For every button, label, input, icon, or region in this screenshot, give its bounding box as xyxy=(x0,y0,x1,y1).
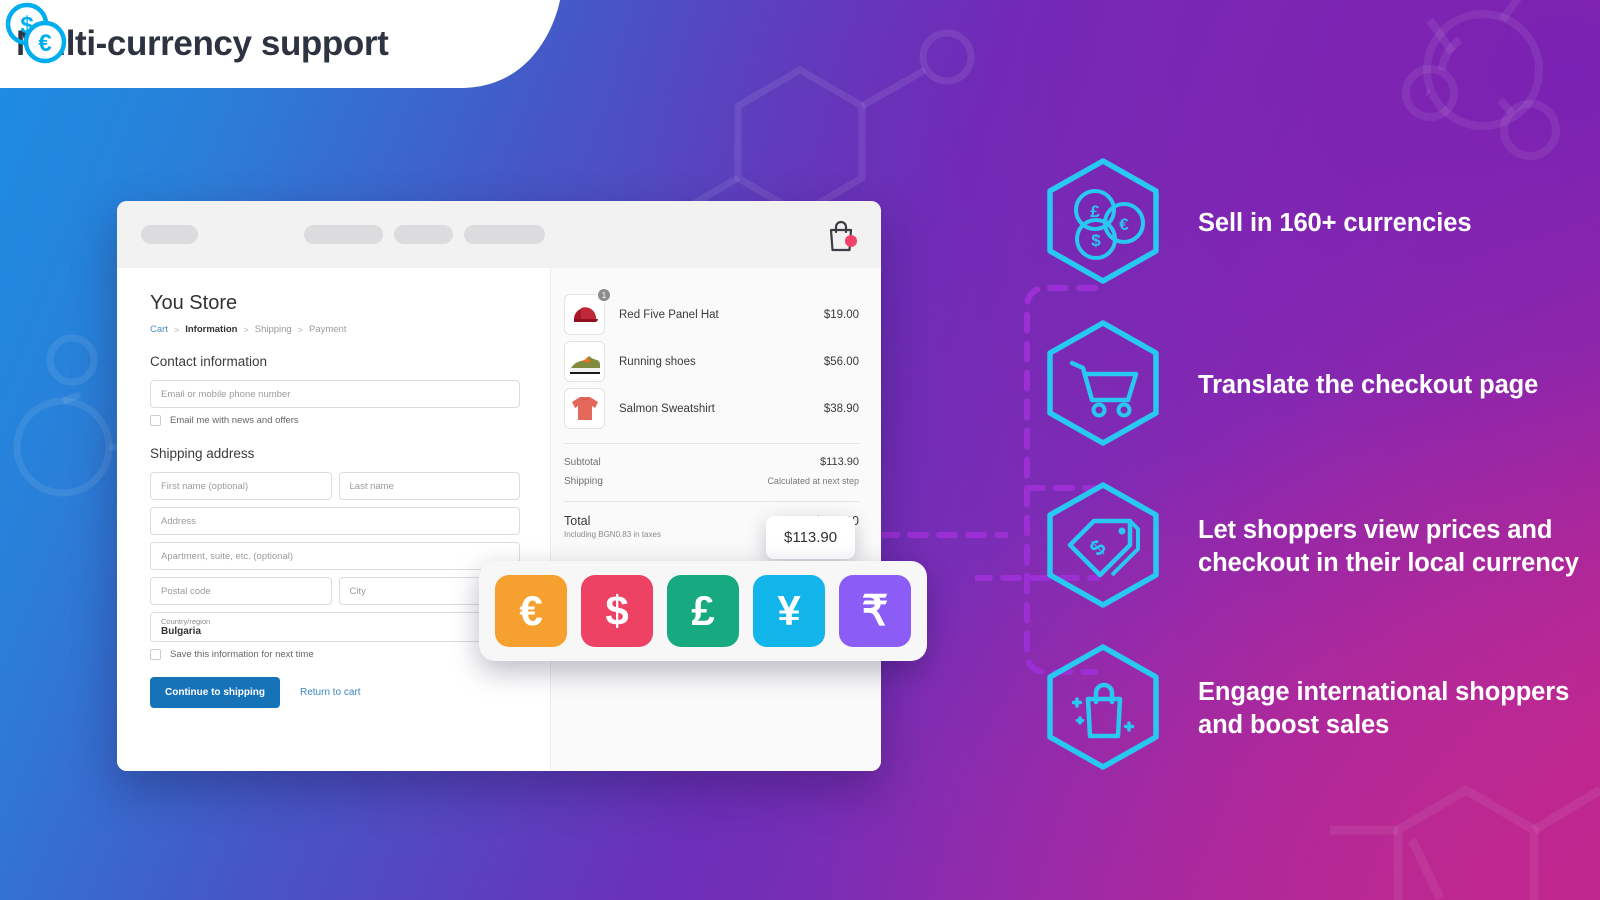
price-callout: $113.90 xyxy=(766,516,856,559)
feature-list: £ € $ Sell in 160+ currencies Translate … xyxy=(1030,150,1590,798)
order-item-name: Running shoes xyxy=(619,355,696,368)
feature-label: Let shoppers view prices and checkout in… xyxy=(1198,516,1579,577)
checkout-window: You Store Cart > Information > Shipping … xyxy=(117,201,881,771)
salmon-sweatshirt-thumb xyxy=(564,388,605,429)
feature-item-engage: Engage international shoppers and boost … xyxy=(1030,636,1590,782)
newsletter-label: Email me with news and offers xyxy=(170,415,299,426)
price-tag-hexagon-icon: $ xyxy=(1030,474,1176,620)
subtotal-row: Subtotal $113.90 xyxy=(564,456,859,468)
shipping-value: Calculated at next step xyxy=(767,476,859,486)
order-item-name: Salmon Sweatshirt xyxy=(619,402,715,415)
country-select-label: Country/region xyxy=(161,616,211,626)
shipping-row: Shipping Calculated at next step xyxy=(564,476,859,487)
breadcrumb-separator: > xyxy=(173,324,180,335)
svg-text:$: $ xyxy=(1091,231,1101,250)
save-info-checkbox[interactable] xyxy=(150,649,161,660)
currency-symbol-jpy: ¥ xyxy=(777,587,801,634)
email-field[interactable]: Email or mobile phone number xyxy=(150,380,520,408)
running-shoe-thumb xyxy=(564,341,605,382)
checkout-form-panel: You Store Cart > Information > Shipping … xyxy=(117,268,551,771)
first-name-field[interactable]: First name (optional) xyxy=(150,472,332,500)
nav-placeholder-1[interactable] xyxy=(304,225,383,244)
currency-tile-gbp[interactable]: £ xyxy=(667,575,739,647)
breadcrumb-separator: > xyxy=(243,324,249,335)
shopping-bag-icon[interactable] xyxy=(825,219,857,253)
store-topbar xyxy=(117,201,881,268)
breadcrumb-separator: > xyxy=(297,324,303,335)
name-row: First name (optional) Last name xyxy=(150,472,520,507)
currency-tile-eur[interactable]: € xyxy=(495,575,567,647)
currency-symbol-inr: ₹ xyxy=(861,587,889,634)
newsletter-checkbox-row[interactable]: Email me with news and offers xyxy=(150,415,520,426)
two-coins-logo-icon: $ € xyxy=(5,2,67,64)
order-item-price: $38.90 xyxy=(823,402,859,415)
save-info-label: Save this information for next time xyxy=(170,649,314,660)
total-label: Total xyxy=(564,514,591,528)
header-banner: $ € Multi-currency support xyxy=(0,0,660,92)
shopping-cart-hexagon-icon xyxy=(1030,312,1176,458)
currency-symbol-eur: € xyxy=(519,587,543,634)
breadcrumb-payment: Payment xyxy=(308,324,347,335)
breadcrumb-shipping: Shipping xyxy=(254,324,292,335)
postal-city-row: Postal code City xyxy=(150,577,520,612)
subtotal-label: Subtotal xyxy=(564,457,601,468)
address-field[interactable]: Address xyxy=(150,507,520,535)
shipping-section-title: Shipping address xyxy=(150,446,255,461)
order-item-price: $19.00 xyxy=(823,308,859,321)
order-line-item: 1 Red Five Panel Hat $19.00 xyxy=(564,287,859,335)
feature-item-translate: Translate the checkout page xyxy=(1030,312,1590,458)
currency-tile-jpy[interactable]: ¥ xyxy=(753,575,825,647)
newsletter-checkbox[interactable] xyxy=(150,415,161,426)
country-select[interactable]: Country/region Bulgaria xyxy=(150,612,520,642)
order-line-item: Salmon Sweatshirt $38.90 xyxy=(564,388,859,429)
currency-symbol-gbp: £ xyxy=(691,587,715,634)
currency-switcher-bar: € $ £ ¥ ₹ xyxy=(479,561,927,661)
return-to-cart-link[interactable]: Return to cart xyxy=(300,687,361,698)
total-taxes-note: Including BGN0.83 in taxes xyxy=(564,530,661,539)
shopping-bag-sparkle-hexagon-icon xyxy=(1030,636,1176,782)
subtotal-value: $113.90 xyxy=(820,456,859,468)
nav-placeholder-3[interactable] xyxy=(464,225,545,244)
feature-item-currencies: £ € $ Sell in 160+ currencies xyxy=(1030,150,1590,296)
breadcrumb: Cart > Information > Shipping > Payment xyxy=(150,324,520,335)
svg-text:$: $ xyxy=(1084,534,1110,560)
contact-section-title: Contact information xyxy=(150,354,268,369)
feature-label: Translate the checkout page xyxy=(1198,370,1539,399)
feature-item-local-currency: $ Let shoppers view prices and checkout … xyxy=(1030,474,1590,620)
continue-to-shipping-button[interactable]: Continue to shipping xyxy=(150,677,280,708)
breadcrumb-cart[interactable]: Cart xyxy=(150,324,168,335)
order-item-name: Red Five Panel Hat xyxy=(619,308,719,321)
store-nav-placeholders xyxy=(304,225,545,244)
order-line-item: Running shoes $56.00 xyxy=(564,341,859,382)
item-qty-badge: 1 xyxy=(596,287,612,303)
coins-hexagon-icon: £ € $ xyxy=(1030,150,1176,296)
summary-divider xyxy=(564,501,859,502)
save-info-checkbox-row[interactable]: Save this information for next time xyxy=(150,649,520,660)
breadcrumb-information[interactable]: Information xyxy=(185,324,237,335)
postal-code-field[interactable]: Postal code xyxy=(150,577,332,605)
currency-tile-inr[interactable]: ₹ xyxy=(839,575,911,647)
form-actions: Continue to shipping Return to cart xyxy=(150,677,520,708)
store-name: You Store xyxy=(150,292,238,314)
order-item-price: $56.00 xyxy=(823,355,859,368)
svg-text:€: € xyxy=(38,30,51,57)
svg-text:€: € xyxy=(1119,215,1129,234)
shipping-label: Shipping xyxy=(564,476,603,487)
currency-tile-usd[interactable]: $ xyxy=(581,575,653,647)
apartment-field[interactable]: Apartment, suite, etc. (optional) xyxy=(150,542,520,570)
nav-placeholder-2[interactable] xyxy=(394,225,453,244)
last-name-field[interactable]: Last name xyxy=(338,472,520,500)
summary-divider xyxy=(564,443,859,444)
feature-label: Sell in 160+ currencies xyxy=(1198,208,1472,237)
currency-symbol-usd: $ xyxy=(605,587,629,634)
country-select-value: Bulgaria xyxy=(161,625,202,637)
feature-label: Engage international shoppers and boost … xyxy=(1198,678,1570,739)
store-logo-placeholder xyxy=(141,225,198,244)
